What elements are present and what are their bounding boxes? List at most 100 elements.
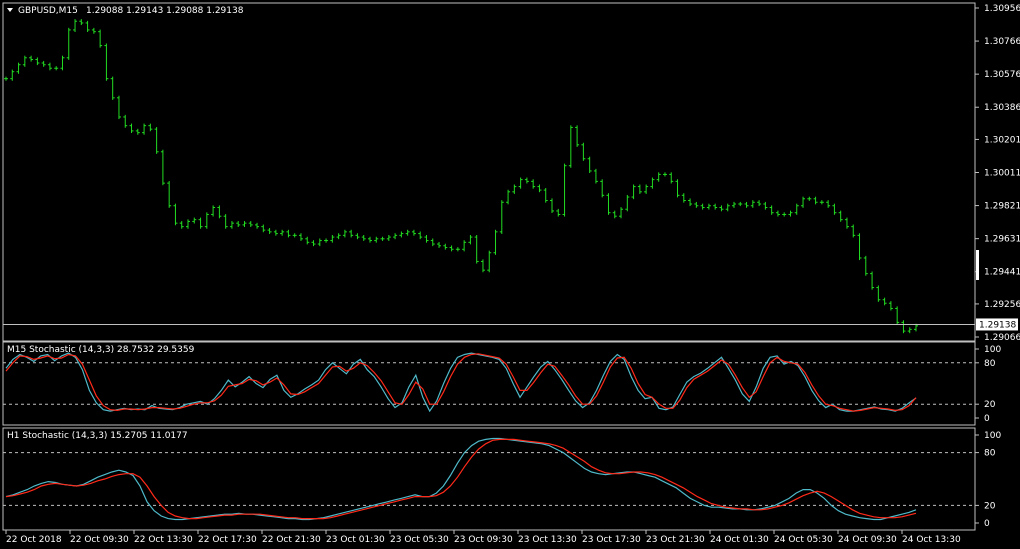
ohlc-bar <box>888 301 893 311</box>
ohlc-bar <box>807 196 812 201</box>
ohlc-bar <box>286 229 291 238</box>
ohlc-bar <box>167 181 172 208</box>
ohlc-bar <box>311 240 316 247</box>
ohlc-bar <box>154 127 159 154</box>
time-tick-label: 24 Oct 09:30 <box>838 535 897 545</box>
price-tick-label: 1.29631 <box>984 235 1020 245</box>
ohlc-bar <box>637 184 642 194</box>
ohlc-bar <box>336 233 341 240</box>
ohlc-bar <box>857 233 862 261</box>
time-tick-label: 22 Oct 13:30 <box>134 535 193 545</box>
price-header: GBPUSD,M15 1.29088 1.29143 1.29088 1.2913… <box>7 6 244 16</box>
ohlc-bar <box>681 193 686 203</box>
time-tick-label: 23 Oct 09:30 <box>454 535 513 545</box>
ohlc-bar <box>863 255 868 276</box>
ohlc-bar <box>556 208 561 217</box>
time-tick-label: 23 Oct 21:30 <box>646 535 705 545</box>
time-tick-label: 22 Oct 09:30 <box>70 535 129 545</box>
ohlc-bar <box>110 76 115 100</box>
ohlc-bar <box>229 221 234 229</box>
chart-window[interactable]: 1.30956 1.30766 1.30576 1.30386 1.30201 1.300… <box>0 0 1020 549</box>
h1-stochastic-panel[interactable]: 100 80 20 0 H1 Stochastic (14,3,3) 15.2705 1… <box>2 427 1001 531</box>
ohlc-bar <box>204 212 209 229</box>
stoch-tick-label: 100 <box>984 345 1001 355</box>
main-line-series <box>5 437 917 521</box>
ohlc-bar <box>631 184 636 200</box>
ohlc-bar <box>694 201 699 208</box>
ohlc-bar <box>192 217 197 224</box>
price-tick-label: 1.30576 <box>984 70 1020 80</box>
ohlc-bar <box>537 184 542 193</box>
ohlc-bar <box>349 229 354 238</box>
ohlc-bar <box>719 205 724 212</box>
ohlc-bar <box>907 327 912 334</box>
ohlc-bar <box>248 221 253 227</box>
ohlc-bar <box>393 233 398 240</box>
ohlc-bar <box>236 221 241 227</box>
ohlc-bar <box>399 231 404 238</box>
ohlc-bar <box>543 187 548 203</box>
price-panel-border <box>2 2 976 342</box>
ohlc-bar <box>575 125 580 147</box>
ohlc-bar <box>116 95 121 120</box>
ohlc-bar <box>211 205 216 217</box>
ohlc-bar <box>142 123 147 135</box>
ohlc-readout: 1.29088 1.29143 1.29088 1.29138 <box>86 6 244 16</box>
chart-shift-marker <box>976 250 979 280</box>
stoch-title: H1 Stochastic (14,3,3) 15.2705 11.0177 <box>7 431 188 441</box>
ohlc-bar <box>518 177 523 189</box>
ohlc-bar <box>876 285 881 302</box>
ohlc-bar <box>242 221 247 227</box>
price-tick-label: 1.29821 <box>984 202 1020 212</box>
time-tick-label: 23 Oct 13:30 <box>518 535 577 545</box>
signal-line-series <box>5 438 917 520</box>
ohlc-bar <box>91 27 96 34</box>
time-tick-label: 23 Oct 05:30 <box>390 535 449 545</box>
main-line-series <box>5 352 917 413</box>
ohlc-bar <box>54 66 59 71</box>
ohlc-bar <box>35 57 40 66</box>
m15-stochastic-panel[interactable]: 100 80 20 0 M15 Stochastic (14,3,3) 28.7532 … <box>2 341 1001 426</box>
ohlc-bar <box>738 201 743 207</box>
ohlc-bar <box>4 76 8 81</box>
time-tick-label: 23 Oct 01:30 <box>326 535 385 545</box>
ohlc-bar <box>361 234 366 241</box>
ohlc-bar <box>801 196 806 208</box>
ohlc-bar <box>901 320 906 334</box>
ohlc-bar <box>355 233 360 240</box>
time-tick-label: 22 Oct 21:30 <box>262 535 321 545</box>
chart-canvas[interactable]: 1.30956 1.30766 1.30576 1.30386 1.30201 1.300… <box>0 0 1020 549</box>
ohlc-bar <box>98 29 103 48</box>
ohlc-bar <box>700 203 705 210</box>
ohlc-bar <box>148 123 153 132</box>
ohlc-bar <box>688 198 693 207</box>
ohlc-bar <box>186 219 190 229</box>
ohlc-bar <box>895 306 900 325</box>
ohlc-bar <box>10 69 15 81</box>
price-chart[interactable]: 1.30956 1.30766 1.30576 1.30386 1.30201 1.300… <box>2 2 1020 343</box>
ohlc-bar <box>273 229 278 236</box>
ohlc-bar <box>66 27 71 60</box>
ohlc-bar <box>851 224 856 238</box>
ohlc-bar <box>47 62 52 71</box>
ohlc-bar <box>775 210 780 217</box>
time-tick-label: 24 Oct 01:30 <box>710 535 769 545</box>
ohlc-bar <box>757 200 762 207</box>
ohlc-bar <box>581 142 586 161</box>
price-tick-label: 1.29066 <box>984 333 1020 343</box>
ohlc-bar <box>455 247 460 252</box>
ohlc-bar <box>844 217 849 229</box>
ohlc-bar <box>104 43 109 81</box>
ohlc-bar <box>16 62 21 74</box>
price-tick-label: 1.30011 <box>984 169 1020 179</box>
ohlc-bar <box>330 234 335 243</box>
price-tick-label: 1.30956 <box>984 4 1020 14</box>
ohlc-bar <box>606 193 611 215</box>
ohlc-bar <box>374 236 379 243</box>
ohlc-bar <box>625 194 630 212</box>
ohlc-bar <box>217 205 222 219</box>
ohlc-bar <box>173 203 178 226</box>
ohlc-bar <box>73 19 78 33</box>
ohlc-bar <box>838 210 843 222</box>
ohlc-bar <box>644 184 649 194</box>
